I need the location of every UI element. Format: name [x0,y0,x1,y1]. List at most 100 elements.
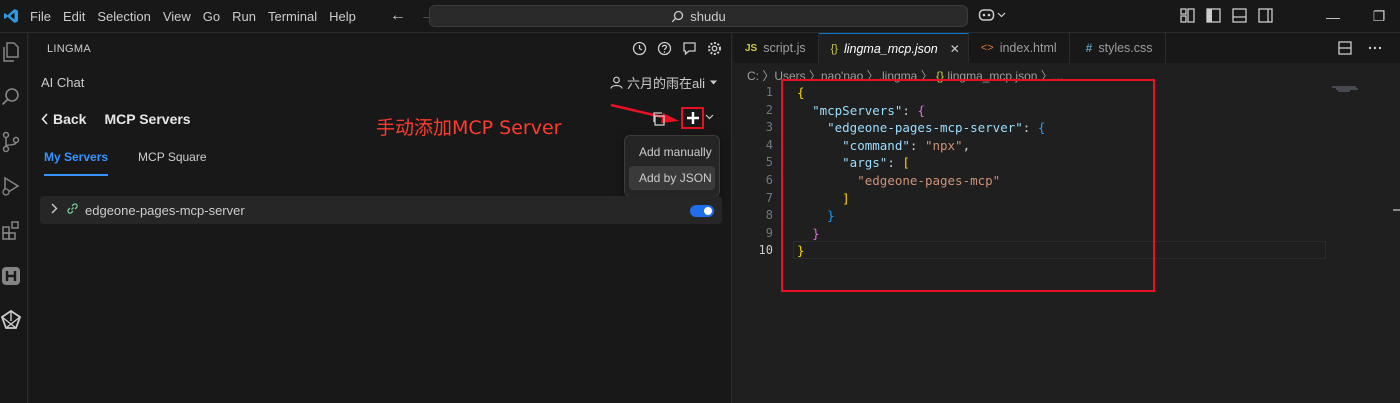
editor-tab-bar: JS script.js {} lingma_mcp.json ✕ <> ind… [733,33,1400,63]
server-name: edgeone-pages-mcp-server [85,202,245,218]
line-number: 10 [758,243,773,258]
search-icon[interactable] [0,86,22,108]
annotation-text: 手动添加MCP Server [376,117,562,139]
add-server-button[interactable] [681,107,704,129]
line-number: 6 [765,172,773,187]
add-server-dropdown: Add manually Add by JSON [624,135,720,197]
chevron-right-icon[interactable] [50,203,58,217]
customize-layout-icon[interactable] [1180,8,1195,26]
plus-icon [686,112,699,124]
more-actions-icon[interactable] [1368,41,1382,55]
add-manually-option[interactable]: Add manually [629,140,715,164]
tab-label: styles.css [1098,41,1153,55]
lingma-icon[interactable] [0,309,22,331]
menu-edit[interactable]: Edit [57,0,91,33]
tab-styles-css[interactable]: # styles.css [1070,33,1166,63]
layout-controls [1180,8,1273,26]
copilot-button[interactable] [978,7,1006,22]
add-menu-chevron-icon[interactable] [705,112,714,124]
css-file-icon: # [1085,41,1093,55]
lingma-panel: LINGMA AI Chat 六月的雨在ali Back MCP Servers… [29,33,732,403]
ai-chat-header: AI Chat 六月的雨在ali [29,69,732,95]
settings-icon[interactable] [706,40,722,56]
tab-index-html[interactable]: <> index.html [969,33,1070,63]
copilot-icon [978,9,995,21]
line-number: 3 [765,120,773,135]
history-icon[interactable] [631,40,647,56]
window-controls: — ❐ ✕ [1310,0,1400,33]
menu-go[interactable]: Go [197,0,226,33]
explorer-icon[interactable] [0,41,22,63]
link-icon [66,202,79,218]
server-enable-toggle[interactable] [690,205,714,217]
menu-file[interactable]: File [24,0,57,33]
menu-run[interactable]: Run [226,0,262,33]
menu-help[interactable]: Help [323,0,362,33]
server-tabs: My Servers MCP Square [44,150,207,176]
chevron-left-icon[interactable] [41,113,49,125]
minimap [1332,86,1358,92]
restore-icon[interactable]: ❐ [1356,8,1400,25]
panel-actions [631,40,722,56]
ai-chat-label: AI Chat [41,74,85,90]
run-debug-icon[interactable] [0,175,22,197]
source-control-icon[interactable] [0,131,22,153]
editor-actions [1338,41,1382,55]
annotation-highlight-box [781,79,1155,292]
tab-mcp-square[interactable]: MCP Square [138,150,206,176]
menu-terminal[interactable]: Terminal [262,0,323,33]
menu-bar: File Edit Selection View Go Run Terminal… [24,0,362,33]
tab-lingma-mcp-json[interactable]: {} lingma_mcp.json ✕ [818,33,969,63]
vscode-logo-icon [0,5,22,27]
line-number: 5 [765,155,773,170]
line-number: 8 [765,208,773,223]
scrollbar-marker [1393,209,1400,211]
line-number: 9 [765,225,773,240]
js-file-icon: JS [745,42,758,54]
title-bar: File Edit Selection View Go Run Terminal… [0,0,1400,33]
annotation-arrow [610,103,679,123]
h-icon[interactable] [0,265,22,287]
line-number: 7 [765,190,773,205]
line-number: 2 [765,102,773,117]
activity-bar [0,33,28,403]
editor-area: JS script.js {} lingma_mcp.json ✕ <> ind… [733,33,1400,403]
mcp-servers-title: MCP Servers [104,111,191,127]
user-selector[interactable]: 六月的雨在ali [610,73,718,92]
tab-script-js[interactable]: JS script.js [733,33,819,63]
copy-icon[interactable] [651,111,667,127]
line-number: 4 [765,137,773,152]
split-editor-icon[interactable] [1338,41,1352,55]
caret-down-icon [710,80,717,85]
tab-label: index.html [999,41,1057,55]
html-file-icon: <> [980,42,994,54]
user-icon [610,76,623,89]
menu-selection[interactable]: Selection [91,0,156,33]
tab-label: lingma_mcp.json [843,41,938,56]
search-text: shudu [690,8,726,24]
add-by-json-option[interactable]: Add by JSON [629,166,715,190]
tab-my-servers[interactable]: My Servers [44,150,109,176]
menu-view[interactable]: View [157,0,197,33]
minimize-icon[interactable]: — [1310,9,1356,25]
toggle-primary-sidebar-icon[interactable] [1206,8,1221,26]
search-icon [672,10,684,22]
extensions-icon[interactable] [0,219,22,241]
help-icon[interactable] [656,40,672,56]
chevron-down-icon [997,12,1006,18]
command-center-search[interactable]: shudu [429,5,968,27]
server-list-item[interactable]: edgeone-pages-mcp-server [40,196,722,224]
toggle-panel-icon[interactable] [1232,8,1247,26]
back-arrow-icon[interactable]: ← [390,7,406,25]
line-number: 1 [765,85,773,99]
close-tab-icon[interactable]: ✕ [950,42,960,56]
line-number-gutter: 1 2 3 4 5 6 7 8 9 10 [733,84,773,260]
toggle-secondary-sidebar-icon[interactable] [1258,8,1273,26]
json-file-icon: {} [830,42,838,55]
back-button[interactable]: Back [53,111,86,127]
user-name: 六月的雨在ali [626,76,705,91]
feedback-icon[interactable] [681,40,697,56]
panel-header: LINGMA [29,33,732,65]
panel-title: LINGMA [47,43,91,55]
back-row: Back MCP Servers [41,111,191,127]
